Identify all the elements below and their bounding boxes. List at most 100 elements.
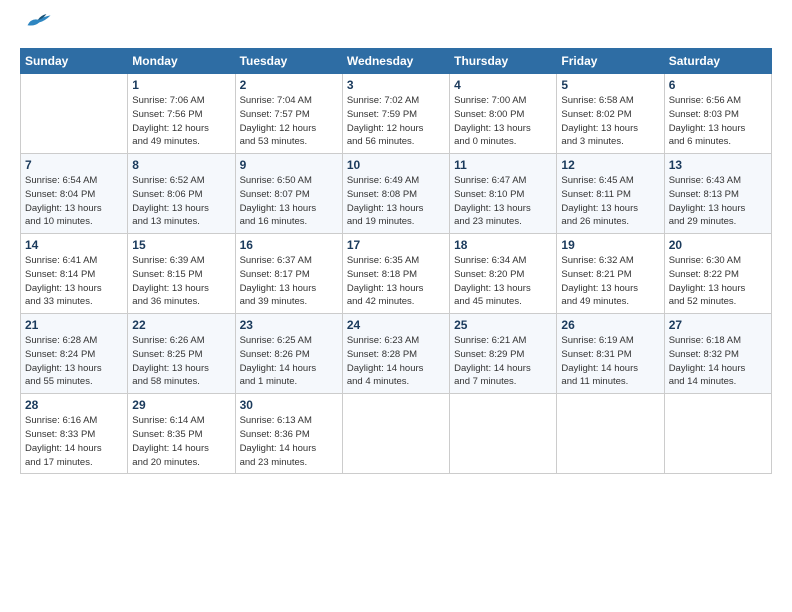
calendar-cell: 28Sunrise: 6:16 AM Sunset: 8:33 PM Dayli… [21, 394, 128, 474]
day-number: 4 [454, 78, 552, 92]
day-number: 27 [669, 318, 767, 332]
header-day-friday: Friday [557, 49, 664, 74]
cell-content: Sunrise: 6:28 AM Sunset: 8:24 PM Dayligh… [25, 334, 123, 389]
cell-content: Sunrise: 6:34 AM Sunset: 8:20 PM Dayligh… [454, 254, 552, 309]
cell-content: Sunrise: 6:41 AM Sunset: 8:14 PM Dayligh… [25, 254, 123, 309]
day-number: 11 [454, 158, 552, 172]
cell-content: Sunrise: 6:35 AM Sunset: 8:18 PM Dayligh… [347, 254, 445, 309]
calendar-cell: 17 Sunrise: 6:35 AM Sunset: 8:18 PM Dayli… [342, 234, 449, 314]
day-number: 21 [25, 318, 123, 332]
day-number: 1 [132, 78, 230, 92]
calendar-cell: 11Sunrise: 6:47 AM Sunset: 8:10 PM Dayli… [450, 154, 557, 234]
week-row-4: 21 Sunrise: 6:28 AM Sunset: 8:24 PM Dayli… [21, 314, 772, 394]
calendar-cell: 1 Sunrise: 7:06 AM Sunset: 7:56 PM Daylig… [128, 74, 235, 154]
header-day-tuesday: Tuesday [235, 49, 342, 74]
calendar-cell: 5Sunrise: 6:58 AM Sunset: 8:02 PM Daylig… [557, 74, 664, 154]
calendar-cell [450, 394, 557, 474]
day-number: 24 [347, 318, 445, 332]
cell-content: Sunrise: 6:58 AM Sunset: 8:02 PM Dayligh… [561, 94, 659, 149]
calendar-cell: 2Sunrise: 7:04 AM Sunset: 7:57 PM Daylig… [235, 74, 342, 154]
logo-bird-icon [24, 12, 52, 30]
day-number: 23 [240, 318, 338, 332]
calendar-cell: 15Sunrise: 6:39 AM Sunset: 8:15 PM Dayli… [128, 234, 235, 314]
calendar-cell: 12Sunrise: 6:45 AM Sunset: 8:11 PM Dayli… [557, 154, 664, 234]
calendar-cell: 18 Sunrise: 6:34 AM Sunset: 8:20 PM Dayli… [450, 234, 557, 314]
day-number: 22 [132, 318, 230, 332]
cell-content: Sunrise: 6:37 AM Sunset: 8:17 PM Dayligh… [240, 254, 338, 309]
cell-content: Sunrise: 6:19 AM Sunset: 8:31 PM Dayligh… [561, 334, 659, 389]
calendar-cell: 13 Sunrise: 6:43 AM Sunset: 8:13 PM Dayli… [664, 154, 771, 234]
header-day-saturday: Saturday [664, 49, 771, 74]
day-number: 18 [454, 238, 552, 252]
calendar-cell: 9 Sunrise: 6:50 AM Sunset: 8:07 PM Daylig… [235, 154, 342, 234]
day-number: 9 [240, 158, 338, 172]
header-row: SundayMondayTuesdayWednesdayThursdayFrid… [21, 49, 772, 74]
calendar-cell: 16 Sunrise: 6:37 AM Sunset: 8:17 PM Dayli… [235, 234, 342, 314]
calendar-cell: 10 Sunrise: 6:49 AM Sunset: 8:08 PM Dayli… [342, 154, 449, 234]
logo [20, 18, 52, 38]
cell-content: Sunrise: 6:39 AM Sunset: 8:15 PM Dayligh… [132, 254, 230, 309]
cell-content: Sunrise: 6:23 AM Sunset: 8:28 PM Dayligh… [347, 334, 445, 389]
calendar-cell: 22 Sunrise: 6:26 AM Sunset: 8:25 PM Dayli… [128, 314, 235, 394]
calendar-cell: 27 Sunrise: 6:18 AM Sunset: 8:32 PM Dayli… [664, 314, 771, 394]
day-number: 13 [669, 158, 767, 172]
calendar-cell: 30Sunrise: 6:13 AM Sunset: 8:36 PM Dayli… [235, 394, 342, 474]
cell-content: Sunrise: 6:43 AM Sunset: 8:13 PM Dayligh… [669, 174, 767, 229]
day-number: 16 [240, 238, 338, 252]
day-number: 10 [347, 158, 445, 172]
header-day-wednesday: Wednesday [342, 49, 449, 74]
day-number: 12 [561, 158, 659, 172]
page: SundayMondayTuesdayWednesdayThursdayFrid… [0, 0, 792, 484]
cell-content: Sunrise: 6:56 AM Sunset: 8:03 PM Dayligh… [669, 94, 767, 149]
calendar-cell: 4 Sunrise: 7:00 AM Sunset: 8:00 PM Daylig… [450, 74, 557, 154]
calendar-cell: 20 Sunrise: 6:30 AM Sunset: 8:22 PM Dayli… [664, 234, 771, 314]
day-number: 26 [561, 318, 659, 332]
day-number: 20 [669, 238, 767, 252]
day-number: 8 [132, 158, 230, 172]
week-row-3: 14 Sunrise: 6:41 AM Sunset: 8:14 PM Dayli… [21, 234, 772, 314]
day-number: 25 [454, 318, 552, 332]
day-number: 2 [240, 78, 338, 92]
day-number: 3 [347, 78, 445, 92]
calendar-cell: 24 Sunrise: 6:23 AM Sunset: 8:28 PM Dayli… [342, 314, 449, 394]
week-row-1: 1 Sunrise: 7:06 AM Sunset: 7:56 PM Daylig… [21, 74, 772, 154]
calendar-cell: 8 Sunrise: 6:52 AM Sunset: 8:06 PM Daylig… [128, 154, 235, 234]
cell-content: Sunrise: 6:13 AM Sunset: 8:36 PM Dayligh… [240, 414, 338, 469]
cell-content: Sunrise: 6:49 AM Sunset: 8:08 PM Dayligh… [347, 174, 445, 229]
week-row-5: 28Sunrise: 6:16 AM Sunset: 8:33 PM Dayli… [21, 394, 772, 474]
week-row-2: 7 Sunrise: 6:54 AM Sunset: 8:04 PM Daylig… [21, 154, 772, 234]
calendar-cell: 7 Sunrise: 6:54 AM Sunset: 8:04 PM Daylig… [21, 154, 128, 234]
calendar-cell: 29 Sunrise: 6:14 AM Sunset: 8:35 PM Dayli… [128, 394, 235, 474]
cell-content: Sunrise: 6:26 AM Sunset: 8:25 PM Dayligh… [132, 334, 230, 389]
day-number: 7 [25, 158, 123, 172]
day-number: 29 [132, 398, 230, 412]
cell-content: Sunrise: 7:02 AM Sunset: 7:59 PM Dayligh… [347, 94, 445, 149]
calendar-cell: 14 Sunrise: 6:41 AM Sunset: 8:14 PM Dayli… [21, 234, 128, 314]
cell-content: Sunrise: 6:52 AM Sunset: 8:06 PM Dayligh… [132, 174, 230, 229]
calendar-cell: 3 Sunrise: 7:02 AM Sunset: 7:59 PM Daylig… [342, 74, 449, 154]
cell-content: Sunrise: 7:00 AM Sunset: 8:00 PM Dayligh… [454, 94, 552, 149]
cell-content: Sunrise: 6:25 AM Sunset: 8:26 PM Dayligh… [240, 334, 338, 389]
header-day-sunday: Sunday [21, 49, 128, 74]
calendar-cell [342, 394, 449, 474]
cell-content: Sunrise: 6:30 AM Sunset: 8:22 PM Dayligh… [669, 254, 767, 309]
header [20, 18, 772, 38]
calendar-cell: 23 Sunrise: 6:25 AM Sunset: 8:26 PM Dayli… [235, 314, 342, 394]
calendar-cell [21, 74, 128, 154]
day-number: 28 [25, 398, 123, 412]
day-number: 14 [25, 238, 123, 252]
calendar-cell: 25 Sunrise: 6:21 AM Sunset: 8:29 PM Dayli… [450, 314, 557, 394]
cell-content: Sunrise: 6:54 AM Sunset: 8:04 PM Dayligh… [25, 174, 123, 229]
day-number: 17 [347, 238, 445, 252]
header-day-monday: Monday [128, 49, 235, 74]
calendar-cell [557, 394, 664, 474]
cell-content: Sunrise: 6:18 AM Sunset: 8:32 PM Dayligh… [669, 334, 767, 389]
day-number: 6 [669, 78, 767, 92]
cell-content: Sunrise: 6:21 AM Sunset: 8:29 PM Dayligh… [454, 334, 552, 389]
cell-content: Sunrise: 6:50 AM Sunset: 8:07 PM Dayligh… [240, 174, 338, 229]
cell-content: Sunrise: 7:06 AM Sunset: 7:56 PM Dayligh… [132, 94, 230, 149]
day-number: 19 [561, 238, 659, 252]
calendar-cell: 26 Sunrise: 6:19 AM Sunset: 8:31 PM Dayli… [557, 314, 664, 394]
calendar-cell: 21 Sunrise: 6:28 AM Sunset: 8:24 PM Dayli… [21, 314, 128, 394]
cell-content: Sunrise: 6:14 AM Sunset: 8:35 PM Dayligh… [132, 414, 230, 469]
